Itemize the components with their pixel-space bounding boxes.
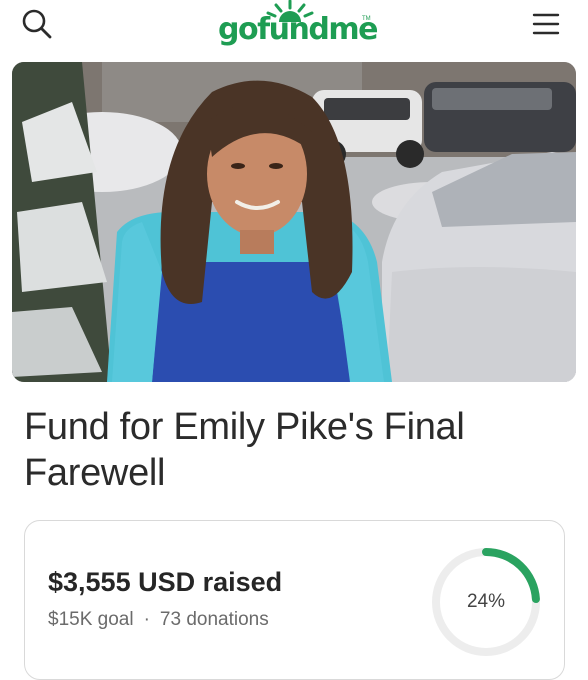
campaign-title: Fund for Emily Pike's Final Farewell [24, 406, 465, 494]
goal-and-donations: $15K goal · 73 donations [48, 609, 269, 631]
search-icon [22, 9, 52, 39]
hamburger-menu-icon [532, 13, 560, 35]
hero-image [12, 62, 576, 382]
logo-wordmark: gofundme [218, 12, 378, 47]
gofundme-logo[interactable]: gofundme TM [214, 0, 378, 52]
donation-count: 73 donations [159, 609, 269, 630]
amount-raised: $3,555 USD raised [48, 567, 283, 597]
app-header: gofundme TM [0, 0, 588, 56]
goal-amount: $15K goal [48, 609, 134, 630]
search-button[interactable] [20, 6, 56, 42]
donation-progress-card[interactable]: $3,555 USD raised $15K goal · 73 donations… [24, 520, 565, 680]
progress-ring: 24% [427, 543, 545, 661]
separator-dot: · [143, 609, 150, 630]
logo-trademark: TM [362, 16, 371, 22]
campaign-hero-photo[interactable] [12, 62, 576, 382]
menu-button[interactable] [528, 6, 564, 42]
progress-percent: 24% [466, 591, 506, 612]
